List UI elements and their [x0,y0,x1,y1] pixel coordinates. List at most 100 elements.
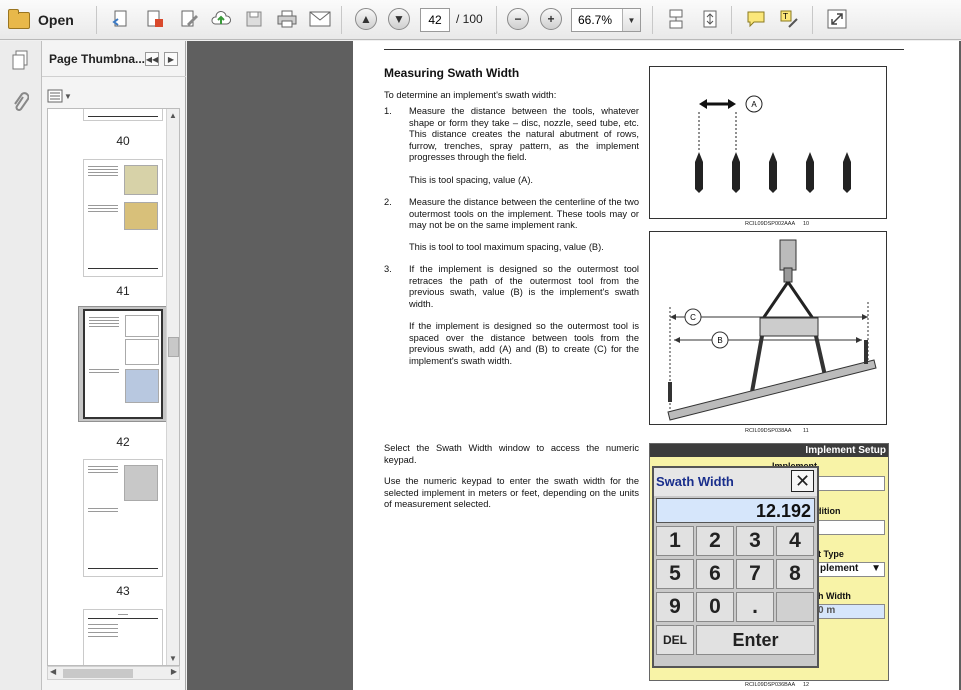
comment-icon [747,11,765,28]
upload-button[interactable] [208,6,234,32]
create-pdf-button[interactable] [108,6,134,32]
step-text: Measure the distance between the centerl… [409,197,639,231]
zoom-out-button[interactable]: − [505,6,531,32]
thumbnail-vertical-scrollbar[interactable]: ▲ ▼ [166,109,179,665]
key-0: 0 [696,592,734,622]
highlight-button[interactable]: T [776,6,802,32]
chevron-down-icon[interactable]: ▼ [622,9,640,31]
tool-spacing-figure: A [649,66,887,219]
key-5: 5 [656,559,694,589]
envelope-icon [309,11,331,27]
scroll-mode-button[interactable] [663,6,689,32]
scroll-down-icon[interactable]: ▼ [169,654,177,663]
key-decimal: . [736,592,774,622]
attachments-button[interactable] [9,91,31,113]
swath-width-keypad-figure: Implement Setup Implement dition t Type … [649,443,889,681]
folder-icon [8,8,30,29]
email-button[interactable] [307,6,333,32]
step-note: This is tool to tool maximum spacing, va… [409,242,604,252]
close-icon: ✕ [791,470,814,492]
side-field [815,476,885,491]
thumbnail-page[interactable] [83,159,163,277]
swath-width-field: 0 m [815,604,885,619]
open-button[interactable]: Open [8,7,74,33]
thumbnail-list[interactable]: 40 41 42 43 ▲ ▼ [47,108,180,666]
select-keypad-text: Select the Swath Width window to access … [384,443,639,465]
scroll-left-icon[interactable]: ◀ [50,667,56,676]
step-number: 1. [384,106,392,116]
label-c: C [690,313,696,322]
implement-type-select: plement ▼ [815,562,885,577]
step-note: This is tool spacing, value (A). [409,175,534,185]
side-label: h Width [818,591,851,601]
edit-pdf-button[interactable] [176,6,202,32]
options-list-icon [47,89,63,103]
expand-icon [827,9,847,29]
create-pdf-icon [112,10,127,27]
next-page-button[interactable]: ▼ [386,6,412,32]
printer-icon [277,10,297,28]
key-1: 1 [656,526,694,556]
label-a: A [751,100,757,109]
swath-width-figure: C B [649,231,887,425]
key-7: 7 [736,559,774,589]
open-button-label: Open [38,12,74,28]
page-scroll-icon [669,9,683,29]
plus-icon: + [540,8,562,30]
arrow-down-icon: ▼ [388,8,410,30]
intro-text: To determine an implement's swath width: [384,90,557,100]
scroll-right-icon[interactable]: ▶ [171,667,177,676]
save-button[interactable] [241,6,267,32]
save-icon [246,11,262,27]
zoom-in-button[interactable]: + [538,6,564,32]
key-4: 4 [776,526,814,556]
swath-width-diagram: C B [667,239,877,421]
page-thumbnails-button[interactable] [9,49,31,71]
comment-button[interactable] [743,6,769,32]
figure-caption: RCIL09DSP038AA [745,428,792,434]
thumbnail-horizontal-scrollbar[interactable]: ◀ ▶ [47,666,180,680]
scroll-up-icon[interactable]: ▲ [169,111,177,120]
thumbnail-page[interactable] [83,609,163,665]
key-6: 6 [696,559,734,589]
thumbnail-label: 42 [116,435,130,449]
thumbnail-options-button[interactable]: ▼ [47,88,73,104]
implement-type-value: plement [820,563,859,574]
zoom-value: 66.7% [578,13,613,27]
fullscreen-button[interactable] [824,6,850,32]
keypad-title: Swath Width [656,474,734,489]
svg-text:T: T [782,12,788,21]
previous-page-button[interactable]: ▲ [353,6,379,32]
export-pdf-button[interactable] [142,6,168,32]
chevron-down-icon: ▼ [64,91,72,101]
expand-panel-button[interactable]: ▶ [164,52,178,66]
page-rule [384,49,904,50]
thumbnail-page[interactable] [83,109,163,121]
toolbar-divider [496,6,497,34]
label-b: B [717,336,722,345]
collapse-panel-button[interactable]: ◀◀ [145,52,159,66]
arrow-up-icon: ▲ [355,8,377,30]
cloud-upload-icon [211,10,231,25]
document-view[interactable]: Measuring Swath Width To determine an im… [187,41,961,690]
page-number-input[interactable]: 42 [420,8,450,32]
zoom-select[interactable]: 66.7% ▼ [571,8,641,32]
thumbnail-page[interactable] [83,459,163,577]
fit-page-button[interactable] [697,6,723,32]
toolbar-divider [341,6,342,34]
key-delete: DEL [656,625,694,655]
step-number: 3. [384,264,392,274]
print-button[interactable] [274,6,300,32]
step-text: If the implement is designed so the oute… [409,264,639,309]
thumbnail-panel-header: Page Thumbna... ◀◀ ▶ [42,41,186,77]
thumbnail-page-selected[interactable] [83,309,163,419]
toolbar-divider [812,6,813,34]
section-heading: Measuring Swath Width [384,66,520,80]
paperclip-icon [14,92,29,111]
key-8: 8 [776,559,814,589]
dropdown-arrow-icon: ▼ [871,563,881,574]
scrollbar-thumb[interactable] [168,337,179,357]
toolbar-divider [652,6,653,34]
page-total: / 100 [456,12,483,26]
scrollbar-thumb[interactable] [63,669,133,678]
